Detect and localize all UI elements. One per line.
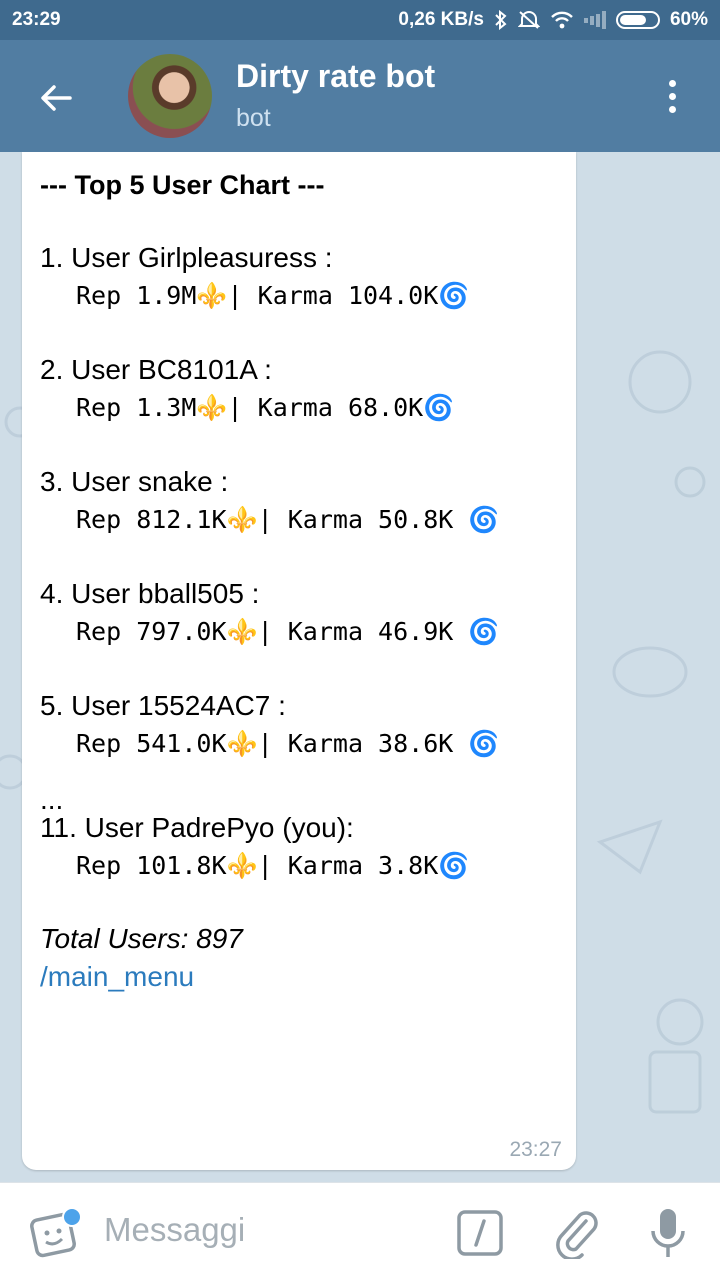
list-item: 1. User Girlpleasuress : Rep 1.9M⚜️| Kar… (40, 240, 558, 316)
battery-level: 60% (669, 9, 708, 30)
entry-stats: Rep 1.9M⚜️| Karma 104.0K🌀 (76, 281, 470, 310)
battery-icon (615, 11, 660, 29)
avatar[interactable] (128, 54, 212, 138)
entry-user: 2. User BC8101A : (40, 354, 272, 385)
message-title: --- Top 5 User Chart --- (40, 170, 325, 200)
status-bar: 23:29 0,26 KB/s 60% (0, 0, 720, 40)
entry-stats: Rep 797.0K⚜️| Karma 46.9K 🌀 (76, 617, 500, 646)
entry-stats: Rep 541.0K⚜️| Karma 38.6K 🌀 (76, 729, 500, 758)
entry-stats: Rep 1.3M⚜️| Karma 68.0K🌀 (76, 393, 455, 422)
bluetooth-icon (494, 10, 508, 30)
microphone-icon[interactable] (648, 1207, 688, 1259)
entry-stats: Rep 101.8K⚜️| Karma 3.8K🌀 (76, 851, 470, 880)
entry-stats: Rep 812.1K⚜️| Karma 50.8K 🌀 (76, 505, 500, 534)
main-menu-link[interactable]: /main_menu (40, 958, 558, 996)
chat-title[interactable]: Dirty rate bot (236, 58, 435, 95)
network-speed: 0,26 KB/s (398, 9, 484, 30)
total-users: Total Users: 897 (40, 923, 243, 954)
status-time: 23:29 (12, 9, 61, 30)
chat-area: --- Top 5 User Chart --- 1. User Girlple… (0, 152, 720, 1182)
message-bubble: --- Top 5 User Chart --- 1. User Girlple… (22, 152, 576, 1170)
mute-icon (517, 10, 540, 30)
list-item: 2. User BC8101A : Rep 1.3M⚜️| Karma 68.0… (40, 352, 558, 428)
message-input-bar: Messaggi (0, 1182, 720, 1280)
message-time: 23:27 (509, 1138, 562, 1161)
message-input[interactable]: Messaggi (104, 1211, 245, 1249)
status-icons: 0,26 KB/s 60% (398, 9, 708, 31)
signal-icon (583, 11, 606, 29)
more-vert-icon[interactable] (656, 74, 688, 118)
chat-subtitle: bot (236, 104, 271, 132)
entry-user: 4. User bball505 : (40, 578, 260, 609)
current-user-item: 11. User PadrePyo (you): Rep 101.8K⚜️| K… (40, 810, 558, 886)
list-item: 3. User snake : Rep 812.1K⚜️| Karma 50.8… (40, 464, 558, 540)
notification-dot (62, 1207, 82, 1227)
list-item: 5. User 15524AC7 : Rep 541.0K⚜️| Karma 3… (40, 688, 558, 764)
chat-header: Dirty rate bot bot (0, 40, 720, 152)
list-item: 4. User bball505 : Rep 797.0K⚜️| Karma 4… (40, 576, 558, 652)
slash-command-icon[interactable] (456, 1209, 504, 1257)
back-arrow-icon[interactable] (34, 76, 78, 120)
paperclip-icon[interactable] (552, 1207, 600, 1261)
entry-user: 3. User snake : (40, 466, 229, 497)
wifi-icon (550, 11, 574, 29)
entry-user: 1. User Girlpleasuress : (40, 242, 333, 273)
entry-user: 11. User PadrePyo (you): (40, 812, 354, 843)
ellipsis: ... (40, 784, 64, 815)
entry-user: 5. User 15524AC7 : (40, 690, 286, 721)
